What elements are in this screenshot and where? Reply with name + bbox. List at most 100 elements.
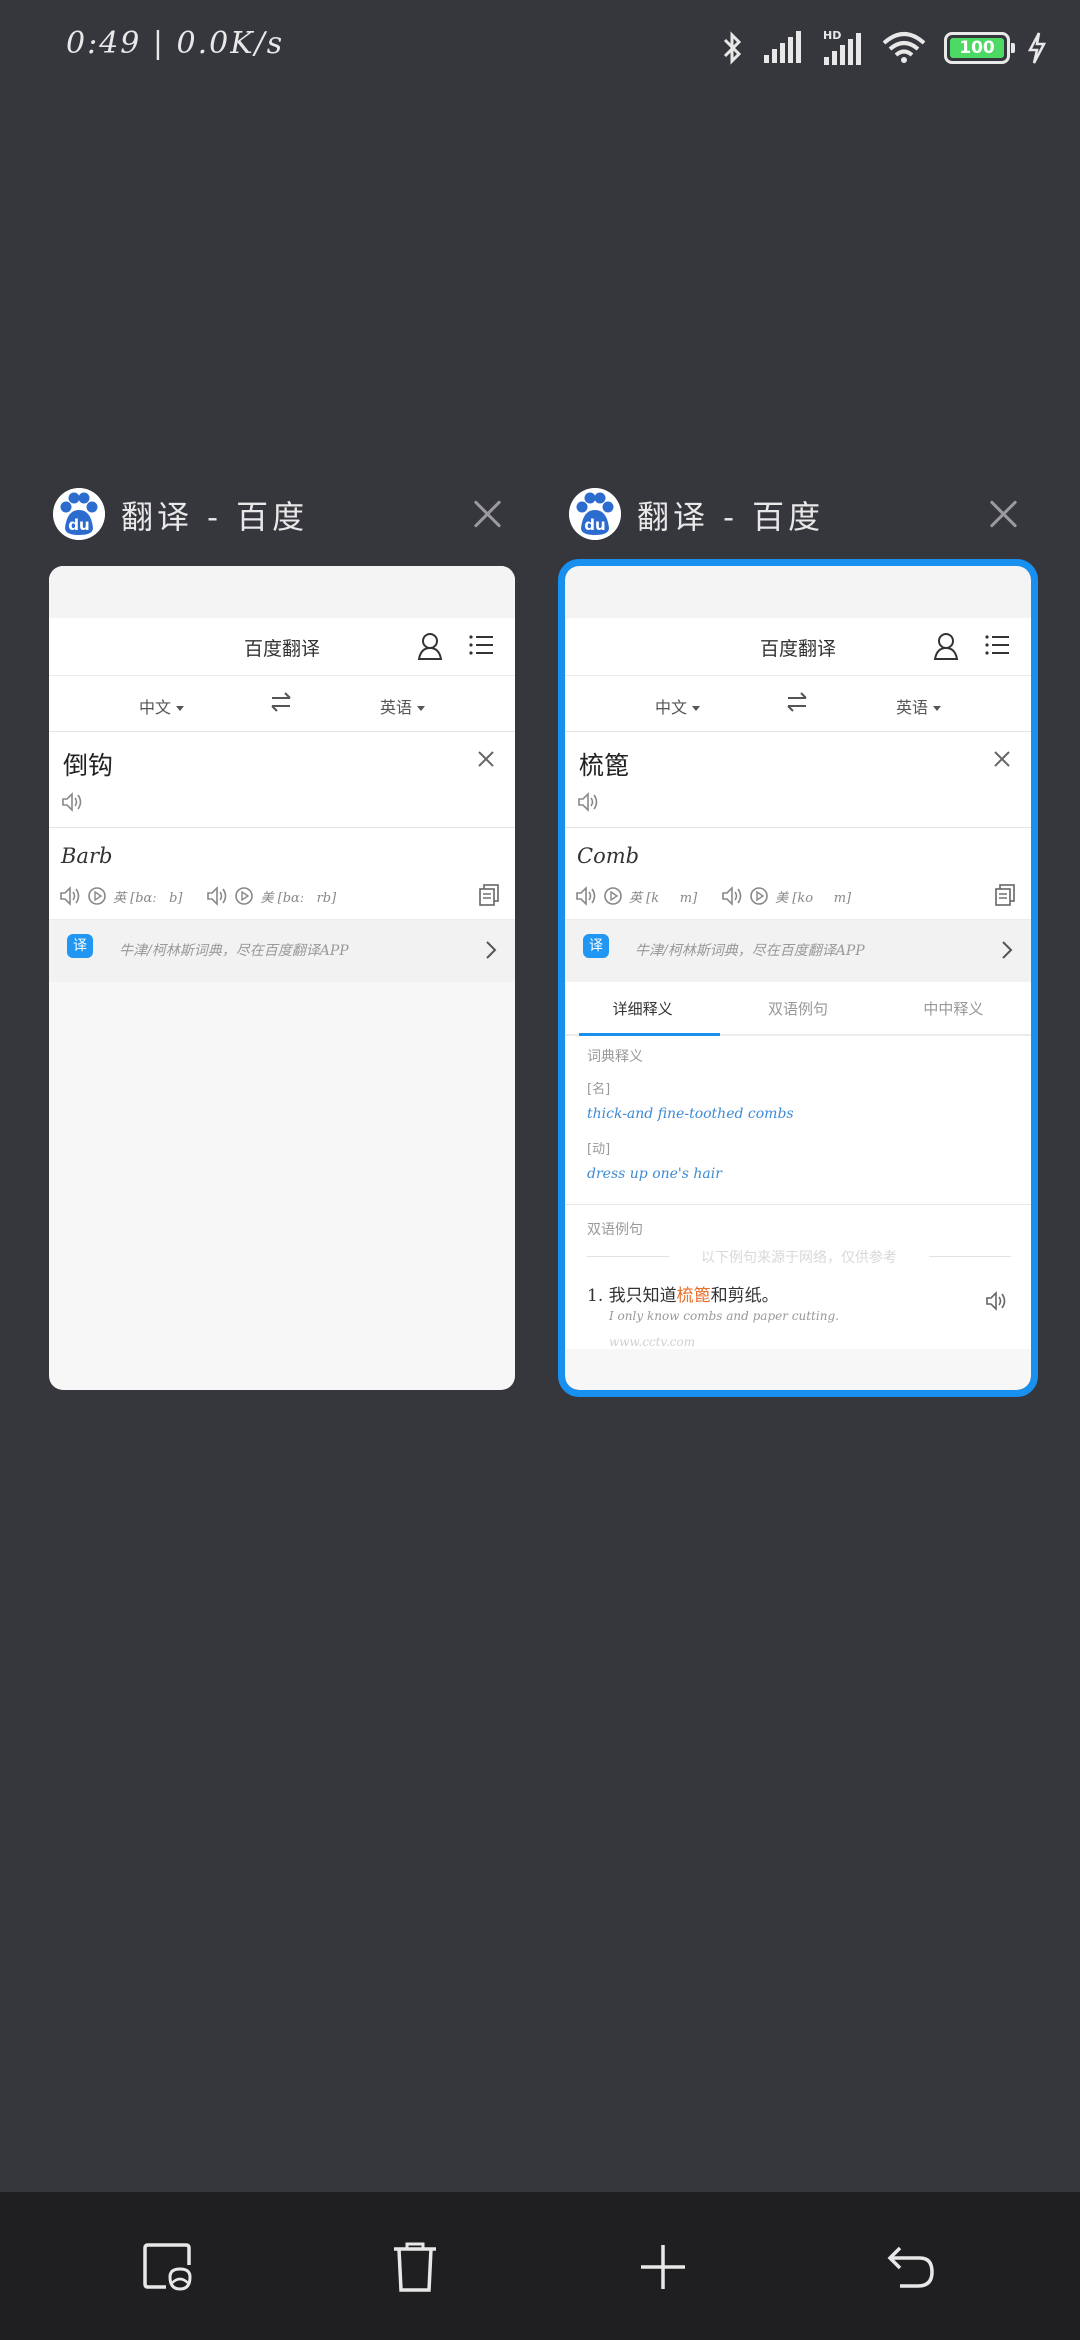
tab-header: du 翻译 - 百度 [49,482,515,562]
preview-top-strip [49,566,515,618]
tab-preview[interactable]: 百度翻译 中文 英语 倒钩 Barb 英 [bɑː b] 美 [bɑː rb] … [49,566,515,1390]
baidu-paw-icon: du [53,488,105,540]
copy-icon [995,884,1015,910]
input-area: 梳篦 [565,732,1031,828]
phonetic-uk: 英 [k m] [629,890,698,906]
dictionary-section: 词典释义 [名] thick-and fine-toothed combs [动… [565,1036,1031,1349]
speaker-icon [206,886,228,906]
menu-icon [985,634,1009,660]
delete-icon[interactable] [380,2232,450,2302]
copy-icon [479,884,499,910]
example-sentence-cn: 1. 我只知道梳篦和剪纸。 [587,1281,1011,1309]
result-text: Comb [577,844,640,868]
sentences-heading: 双语例句 [587,1222,643,1238]
sentence-cn-highlight: 梳篦 [676,1286,711,1306]
play-icon [603,886,623,906]
speaker-icon [985,1291,1007,1315]
phonetic-uk: 英 [bɑː b] [113,890,183,906]
tab-title: 翻译 - 百度 [637,498,825,536]
clear-icon [993,750,1011,772]
promo-text: 牛津/柯林斯词典，尽在百度翻译APP [119,943,349,959]
sentences-note: 以下例句来源于网络，仅供参考 [587,1247,1011,1281]
promo-text: 牛津/柯林斯词典，尽在百度翻译APP [635,943,865,959]
status-bar: 0:49 | 0.0K/s HD 100 [0,0,1080,96]
app-promo: 译 牛津/柯林斯词典，尽在百度翻译APP [49,920,515,982]
dict-definition: thick-and fine-toothed combs [587,1106,794,1122]
status-time: 0:49 | 0.0K/s [66,26,285,61]
wifi-icon [882,31,926,65]
site-title: 百度翻译 [759,638,836,660]
chevron-right-icon [1001,940,1013,964]
chevron-right-icon [485,940,497,964]
menu-icon [469,634,493,660]
result-area: Comb 英 [k m] 美 [ko m] [565,828,1031,920]
speaker-icon [577,792,599,816]
signal-icon [762,31,804,65]
tab-chinese-definition: 中中释义 [923,1000,984,1018]
swap-icon [786,692,808,716]
tab-preview-active[interactable]: 百度翻译 中文 英语 梳篦 Comb 英 [k m] 美 [ko m] 译 牛津… [558,559,1038,1397]
dict-pos: [动] [587,1142,611,1157]
tab-title: 翻译 - 百度 [121,498,309,536]
sentence-number: 1. [587,1286,604,1306]
target-language: 英语 [380,694,425,718]
result-area: Barb 英 [bɑː b] 美 [bɑː rb] [49,828,515,920]
language-bar: 中文 英语 [49,676,515,732]
new-tab-icon[interactable] [628,2232,698,2302]
tab-card-2[interactable]: du 翻译 - 百度 百度翻译 中文 英语 梳篦 Comb 英 [k m] 美 … [558,482,1038,1397]
detail-tabs: 详细释义 双语例句 中中释义 [565,982,1031,1036]
charging-icon [1028,31,1046,65]
target-language: 英语 [896,694,941,718]
site-title: 百度翻译 [243,638,320,660]
dict-pos: [名] [587,1082,611,1097]
play-icon [87,886,107,906]
user-icon [417,632,443,664]
play-icon [749,886,769,906]
result-text: Barb [61,844,113,868]
status-icons: HD 100 [722,26,1046,70]
input-area: 倒钩 [49,732,515,828]
source-language: 中文 [139,694,184,718]
close-tab-icon[interactable] [469,496,505,532]
battery-icon: 100 [944,32,1015,64]
back-icon[interactable] [876,2232,946,2302]
swap-icon [270,692,292,716]
user-icon [933,632,959,664]
speaker-icon [721,886,743,906]
hd-signal-icon: HD [822,29,864,67]
speaker-icon [575,886,597,906]
phonetic-us: 美 [ko m] [775,890,852,906]
sentence-cn-after: 和剪纸。 [710,1286,779,1306]
phonetic-row: 英 [k m] 美 [ko m] [575,886,875,906]
svg-text:HD: HD [823,29,841,42]
bottom-bar [0,2192,1080,2340]
input-text: 梳篦 [579,751,630,780]
clear-icon [477,750,495,772]
language-bar: 中文 英语 [565,676,1031,732]
dict-definition: dress up one's hair [587,1166,722,1182]
battery-level: 100 [950,38,1004,58]
tab-header: du 翻译 - 百度 [565,482,1031,562]
preview-top-strip [565,566,1031,618]
promo-badge: 译 [583,934,609,958]
baidu-paw-icon: du [569,488,621,540]
tab-detailed-definition: 详细释义 [565,982,721,1036]
sentence-cn-before: 我只知道 [608,1286,677,1306]
speaker-icon [61,792,83,816]
bluetooth-icon [722,30,744,66]
phonetic-row: 英 [bɑː b] 美 [bɑː rb] [59,886,360,906]
tab-card-1[interactable]: du 翻译 - 百度 百度翻译 中文 英语 倒钩 Barb 英 [bɑː b] … [49,482,515,1390]
input-text: 倒钩 [63,751,114,780]
example-sentence-en: I only know combs and paper cutting. [609,1309,839,1323]
play-icon [234,886,254,906]
preview-header: 百度翻译 [565,618,1031,676]
favicon-label: du [68,516,89,534]
small-window-icon[interactable] [134,2232,204,2302]
example-sentence-source: www.cctv.com [609,1335,695,1349]
close-tab-icon[interactable] [985,496,1021,532]
dict-heading: 词典释义 [587,1049,643,1065]
source-language: 中文 [655,694,700,718]
tab-bilingual-examples: 双语例句 [767,1000,828,1018]
app-promo: 译 牛津/柯林斯词典，尽在百度翻译APP [565,920,1031,982]
promo-badge: 译 [67,934,93,958]
